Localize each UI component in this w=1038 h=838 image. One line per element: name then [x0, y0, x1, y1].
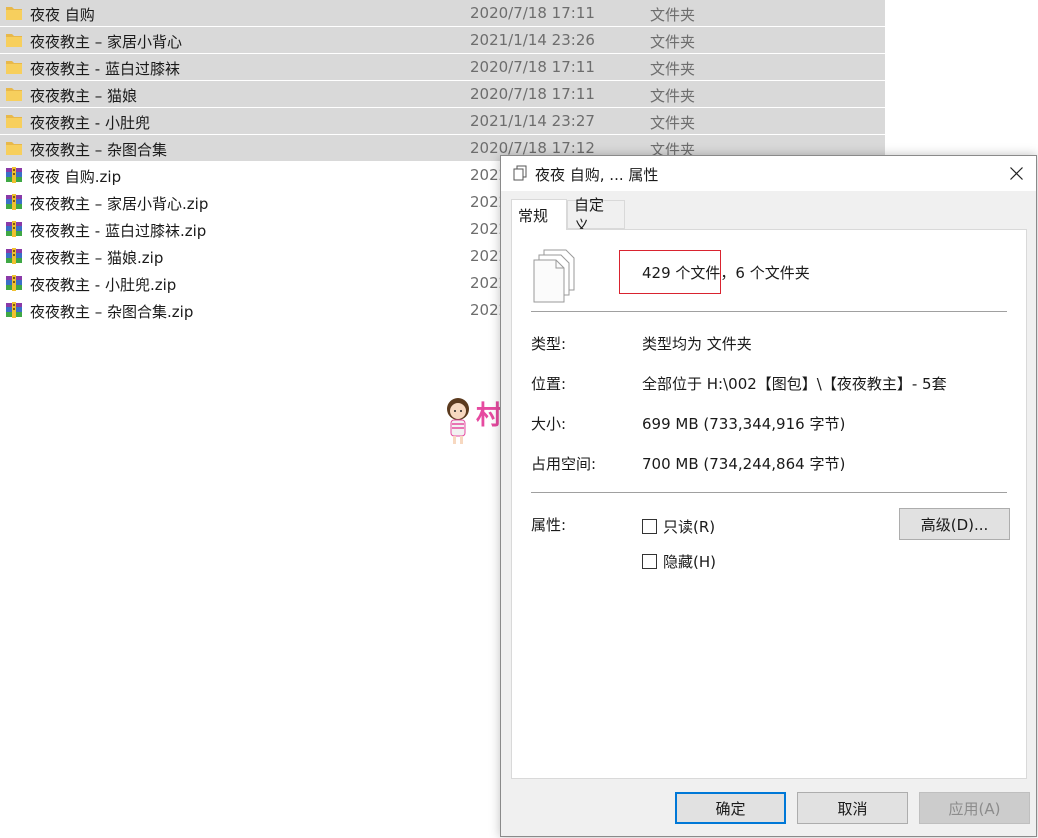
multi-file-icon [512, 165, 528, 185]
properties-dialog: 夜夜 自购, ... 属性 常规 自定义 429 个文件，6 个文件夹 类型: … [500, 155, 1037, 837]
folder-row[interactable]: 夜夜教主 - 小肚兜 2021/1/14 23:27 文件夹 [0, 108, 885, 135]
file-name: 夜夜教主 – 家居小背心 [30, 33, 183, 51]
folder-row[interactable]: 夜夜教主 – 猫娘 2020/7/18 17:11 文件夹 [0, 81, 885, 108]
file-date: 2020/7/18 17:11 [470, 85, 595, 103]
multi-document-icon [533, 249, 575, 303]
file-name: 夜夜教主 - 小肚兜.zip [30, 276, 177, 294]
folder-icon [5, 139, 23, 157]
file-date: 2021/1/14 23:27 [470, 112, 595, 130]
file-date: 2021/1/14 23:26 [470, 31, 595, 49]
advanced-button[interactable]: 高级(D)... [899, 508, 1010, 540]
folder-icon [5, 58, 23, 76]
folder-icon [5, 4, 23, 22]
file-name: 夜夜教主 – 猫娘.zip [30, 249, 164, 267]
file-name: 夜夜 自购.zip [30, 168, 122, 186]
ok-button[interactable]: 确定 [675, 792, 786, 824]
zip-archive-icon [5, 193, 23, 211]
attributes-label: 属性: [531, 516, 567, 534]
ok-button-label: 确定 [715, 799, 746, 818]
size-label: 大小: [531, 415, 567, 433]
readonly-checkbox[interactable]: 只读(R) [642, 516, 715, 537]
tab-custom[interactable]: 自定义 [567, 196, 625, 235]
folder-row[interactable]: 夜夜教主 - 蓝白过膝袜 2020/7/18 17:11 文件夹 [0, 54, 885, 81]
advanced-button-label: 高级(D)... [920, 515, 989, 534]
close-button[interactable] [996, 156, 1036, 191]
file-name: 夜夜教主 – 家居小背心.zip [30, 195, 209, 213]
file-name: 夜夜教主 - 蓝白过膝袜.zip [30, 222, 207, 240]
hidden-checkbox[interactable]: 隐藏(H) [642, 551, 716, 572]
disk-size-label: 占用空间: [531, 455, 597, 473]
file-name: 夜夜教主 – 杂图合集 [30, 141, 168, 159]
tab-general[interactable]: 常规 [511, 199, 567, 230]
file-count-text: 429 个文件，6 个文件夹 [642, 264, 810, 282]
location-label: 位置: [531, 375, 567, 393]
file-type: 文件夹 [650, 60, 696, 78]
cancel-button-label: 取消 [837, 799, 868, 818]
hidden-label: 隐藏(H) [663, 553, 716, 571]
folder-icon [5, 31, 23, 49]
checkbox-box[interactable] [642, 519, 657, 534]
tab-general-label: 常规 [518, 206, 549, 225]
type-label: 类型: [531, 335, 567, 353]
dialog-titlebar[interactable]: 夜夜 自购, ... 属性 [501, 156, 1036, 191]
file-type: 文件夹 [650, 6, 696, 24]
cancel-button[interactable]: 取消 [797, 792, 908, 824]
zip-archive-icon [5, 166, 23, 184]
type-value: 类型均为 文件夹 [642, 335, 752, 353]
file-date: 2020/7/18 17:11 [470, 58, 595, 76]
folder-row[interactable]: 夜夜教主 – 家居小背心 2021/1/14 23:26 文件夹 [0, 27, 885, 54]
close-icon [1009, 167, 1023, 180]
apply-button[interactable]: 应用(A) [919, 792, 1030, 824]
divider [531, 492, 1007, 493]
zip-archive-icon [5, 247, 23, 265]
file-name: 夜夜教主 – 猫娘 [30, 87, 138, 105]
file-type: 文件夹 [650, 114, 696, 132]
file-name: 夜夜教主 – 杂图合集.zip [30, 303, 194, 321]
file-name: 夜夜教主 - 小肚兜 [30, 114, 150, 132]
folder-row[interactable]: 夜夜 自购 2020/7/18 17:11 文件夹 [0, 0, 885, 27]
file-type: 文件夹 [650, 87, 696, 105]
divider [531, 311, 1007, 312]
zip-archive-icon [5, 301, 23, 319]
file-date: 2020/7/18 17:11 [470, 4, 595, 22]
zip-archive-icon [5, 274, 23, 292]
checkbox-box[interactable] [642, 554, 657, 569]
file-name: 夜夜教主 - 蓝白过膝袜 [30, 60, 180, 78]
zip-archive-icon [5, 220, 23, 238]
file-name: 夜夜 自购 [30, 6, 95, 24]
girl-mascot-icon [447, 398, 469, 444]
dialog-title: 夜夜 自购, ... 属性 [535, 166, 659, 184]
disk-size-value: 700 MB (734,244,864 字节) [642, 455, 846, 473]
general-tab-panel: 429 个文件，6 个文件夹 类型: 类型均为 文件夹 位置: 全部位于 H:\… [511, 229, 1027, 779]
folder-icon [5, 85, 23, 103]
size-value: 699 MB (733,344,916 字节) [642, 415, 846, 433]
folder-icon [5, 112, 23, 130]
apply-button-label: 应用(A) [948, 799, 1001, 818]
readonly-label: 只读(R) [663, 518, 716, 536]
location-value: 全部位于 H:\002【图包】\【夜夜教主】- 5套 [642, 375, 947, 393]
file-type: 文件夹 [650, 33, 696, 51]
